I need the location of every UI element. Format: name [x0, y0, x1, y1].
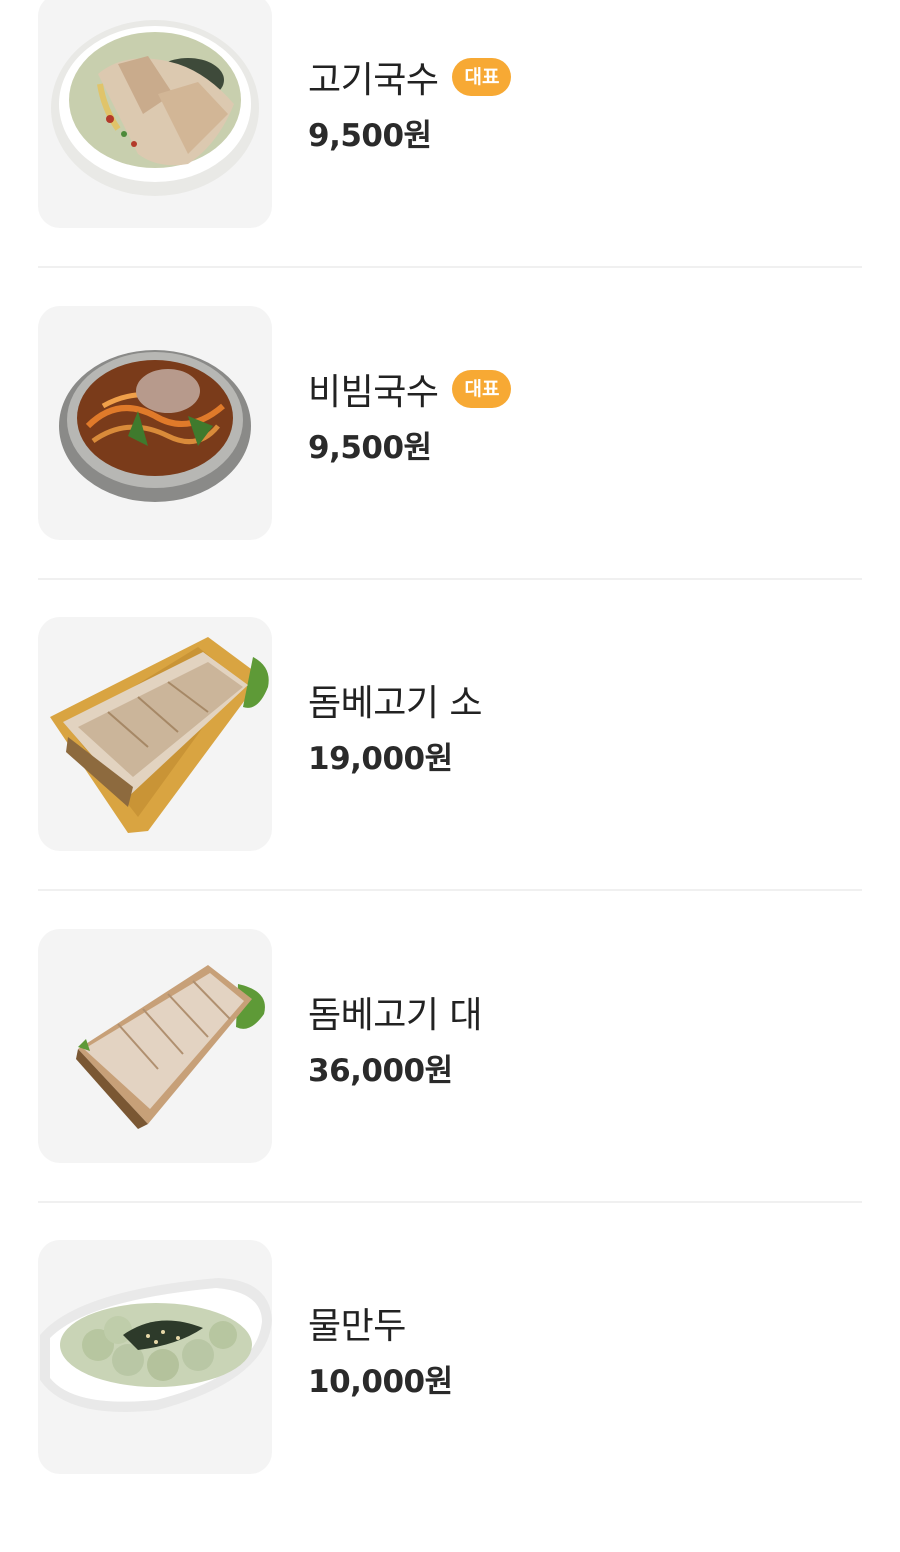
item-price: 36,000원 [308, 1052, 453, 1089]
featured-badge: 대표 [452, 369, 512, 408]
menu-item-gogi-guksu[interactable]: 고기국수 대표 9,500원 [38, 0, 862, 306]
featured-badge: 대표 [452, 58, 512, 96]
item-price: 19,000원 [308, 741, 453, 777]
item-info: 고기국수 대표 9,500원 [308, 52, 512, 155]
dumplings-image [38, 1240, 272, 1474]
item-name: 물만두 [308, 1306, 406, 1347]
item-name: 고기국수 [308, 60, 439, 101]
item-price: 10,000원 [308, 1364, 453, 1400]
item-price: 9,500원 [308, 118, 432, 154]
sliced-pork-small-image [38, 617, 272, 851]
item-info: 돔베고기 대 36,000원 [308, 987, 483, 1090]
divider [38, 889, 862, 891]
sliced-pork-large-image [38, 928, 272, 1163]
item-name: 돔베고기 소 [308, 683, 483, 724]
menu-item-mul-mandu[interactable]: 물만두 10,000원 [38, 1240, 862, 1552]
menu-list: 고기국수 대표 9,500원 비빔국수 대표 9,500원 돔베고기 소 19,… [38, 0, 862, 1552]
divider [38, 266, 862, 268]
item-info: 물만두 10,000원 [308, 1298, 453, 1401]
menu-item-bibim-guksu[interactable]: 비빔국수 대표 9,500원 [38, 305, 862, 618]
item-name: 비빔국수 [308, 371, 439, 413]
item-name: 돔베고기 대 [308, 994, 483, 1036]
divider [38, 1200, 862, 1203]
item-info: 비빔국수 대표 9,500원 [308, 364, 512, 467]
menu-item-dombe-gogi-large[interactable]: 돔베고기 대 36,000원 [38, 928, 862, 1241]
item-price: 9,500원 [308, 429, 432, 466]
item-info: 돔베고기 소 19,000원 [308, 675, 483, 778]
noodle-soup-image [38, 0, 272, 228]
divider [38, 577, 862, 580]
menu-item-dombe-gogi-small[interactable]: 돔베고기 소 19,000원 [38, 617, 862, 929]
mixed-noodles-image [38, 305, 272, 540]
